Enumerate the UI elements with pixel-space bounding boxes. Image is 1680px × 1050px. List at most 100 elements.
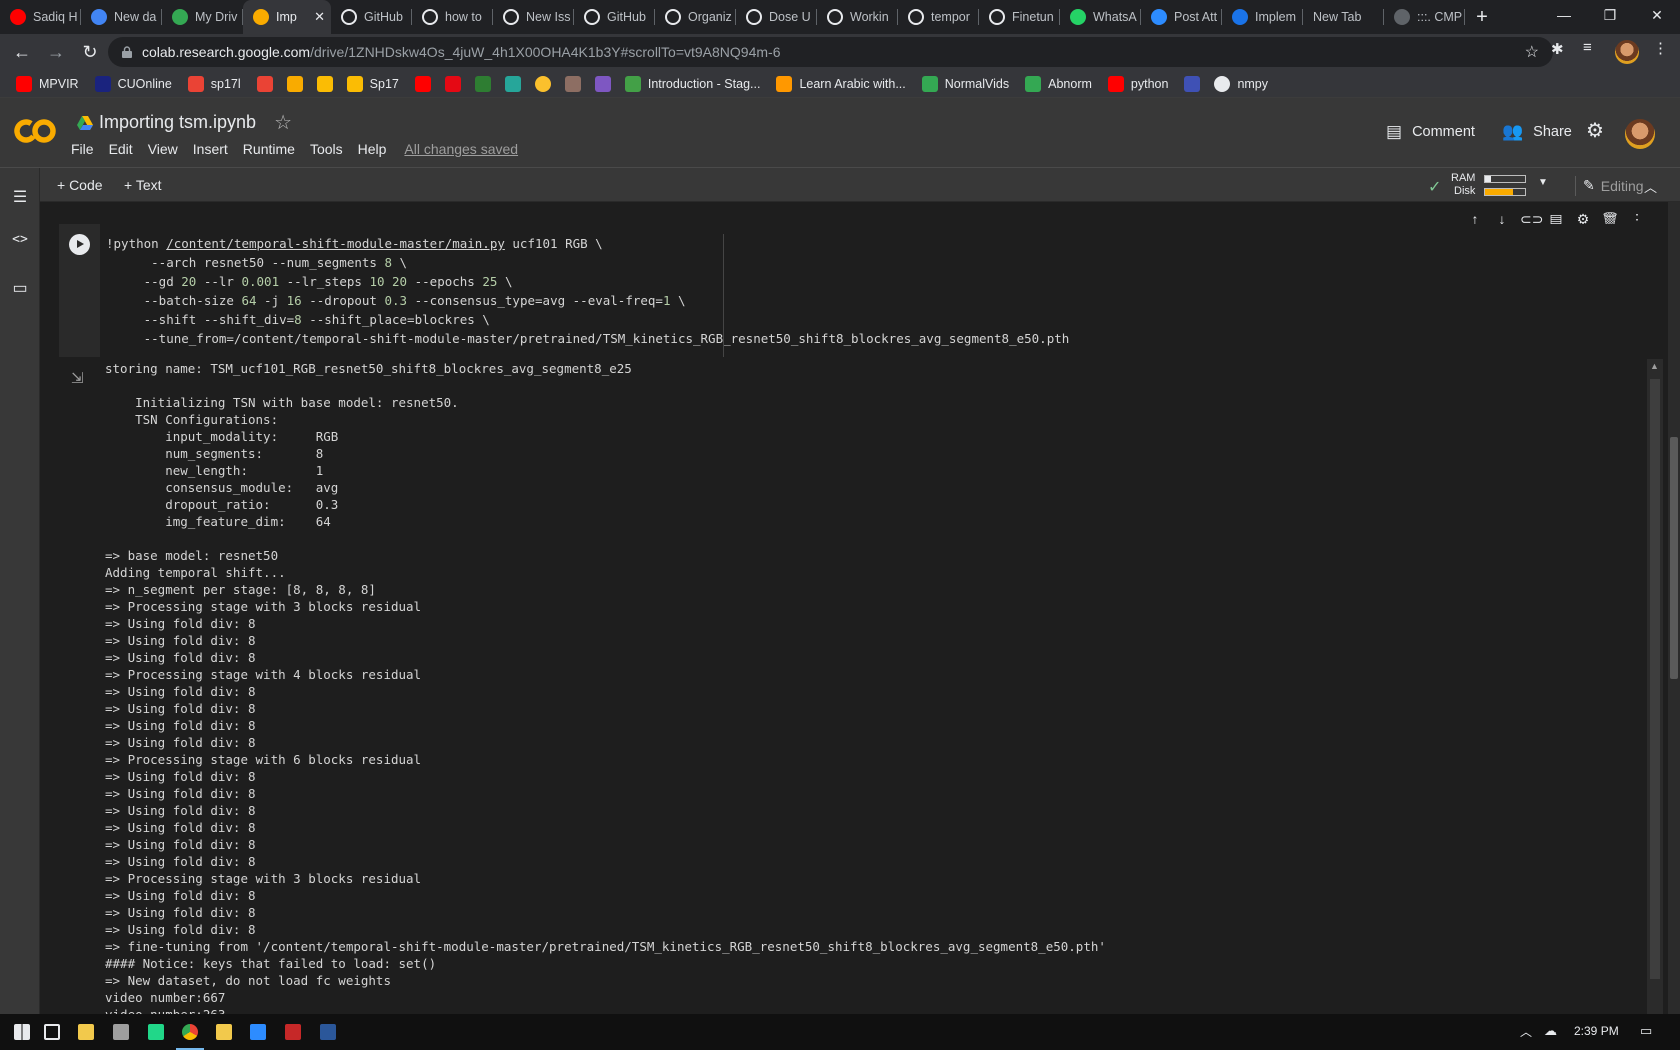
profile-avatar[interactable] xyxy=(1615,40,1639,64)
browser-tab[interactable]: New Iss xyxy=(493,0,574,34)
output-scroll-thumb[interactable] xyxy=(1650,379,1660,979)
save-status[interactable]: All changes saved xyxy=(404,141,518,157)
scroll-up-arrow-icon[interactable]: ▲ xyxy=(1650,361,1659,371)
browser-tab[interactable]: tempor xyxy=(898,0,979,34)
browser-tab[interactable]: Finetun xyxy=(979,0,1060,34)
share-button[interactable]: 👥 Share xyxy=(1502,122,1572,142)
bookmark-item[interactable] xyxy=(414,75,431,92)
bookmark-item[interactable] xyxy=(474,75,491,92)
code-cell[interactable]: !python /content/temporal-shift-module-m… xyxy=(59,224,1663,357)
browser-tab[interactable]: New Tab xyxy=(1303,0,1384,34)
notes-icon[interactable] xyxy=(206,1018,242,1046)
code-snippets-icon[interactable]: <> xyxy=(10,232,30,247)
collapse-header-icon[interactable]: ︿ xyxy=(1644,177,1657,196)
bookmark-item[interactable] xyxy=(594,75,611,92)
clear-output-icon[interactable]: ⇲ xyxy=(71,369,84,387)
account-avatar[interactable] xyxy=(1625,119,1655,149)
bookmark-star-icon[interactable]: ☆ xyxy=(1525,42,1539,62)
settings-icon[interactable] xyxy=(103,1018,139,1046)
notebook-title[interactable]: Importing tsm.ipynb ☆ xyxy=(77,110,292,135)
forward-icon[interactable]: → xyxy=(41,37,71,67)
menu-tools[interactable]: Tools xyxy=(310,141,343,157)
browser-tab[interactable]: :::. CMP xyxy=(1384,0,1465,34)
page-scroll-thumb[interactable] xyxy=(1670,437,1678,679)
menu-help[interactable]: Help xyxy=(358,141,387,157)
extensions-puzzle-icon[interactable]: ✱ xyxy=(1551,40,1564,58)
task-view-icon[interactable] xyxy=(34,1018,70,1046)
bookmark-item[interactable]: Sp17 xyxy=(346,75,399,92)
back-icon[interactable]: ← xyxy=(7,37,37,67)
onedrive-cloud-icon[interactable]: ☁ xyxy=(1544,1023,1557,1039)
browser-tab[interactable]: My Driv xyxy=(162,0,243,34)
bookmark-item[interactable]: nmpy xyxy=(1214,75,1268,92)
bookmark-item[interactable]: Learn Arabic with... xyxy=(776,75,906,92)
star-icon[interactable]: ☆ xyxy=(274,110,292,135)
add-text-cell-button[interactable]: + Text xyxy=(124,177,162,193)
comment-button[interactable]: ▤ Comment xyxy=(1386,122,1475,142)
code-text[interactable]: !python /content/temporal-shift-module-m… xyxy=(106,234,1069,348)
chrome-menu-icon[interactable]: ⋮ xyxy=(1653,39,1668,57)
close-tab-icon[interactable]: ✕ xyxy=(314,9,325,25)
browser-tab[interactable]: Sadiq H xyxy=(0,0,81,34)
bookmark-item[interactable]: python xyxy=(1107,75,1168,92)
notifications-icon[interactable]: ▭ xyxy=(1640,1023,1652,1039)
resource-dropdown-icon[interactable]: ▼ xyxy=(1538,177,1548,188)
bookmark-item[interactable]: Introduction - Stag... xyxy=(624,75,760,92)
address-bar[interactable]: colab.research.google.com/drive/1ZNHDskw… xyxy=(108,37,1553,67)
add-code-cell-button[interactable]: + Code xyxy=(57,177,103,193)
bookmark-item[interactable]: sp17l xyxy=(187,75,241,92)
run-cell-button[interactable] xyxy=(69,234,90,255)
page-scrollbar[interactable] xyxy=(1668,202,1680,1014)
close-window-icon[interactable]: ✕ xyxy=(1634,0,1680,30)
browser-tab[interactable]: WhatsA xyxy=(1060,0,1141,34)
minimize-window-icon[interactable]: — xyxy=(1541,0,1587,30)
menu-insert[interactable]: Insert xyxy=(193,141,228,157)
bookmark-item[interactable] xyxy=(504,75,521,92)
code-editor[interactable]: !python /content/temporal-shift-module-m… xyxy=(100,224,1663,357)
menu-runtime[interactable]: Runtime xyxy=(243,141,295,157)
browser-tab[interactable]: Organiz xyxy=(655,0,736,34)
browser-tab[interactable]: GitHub xyxy=(331,0,412,34)
browser-tab[interactable]: Imp ✕ xyxy=(243,0,331,34)
pycharm-icon[interactable] xyxy=(138,1018,174,1046)
media-queue-icon[interactable]: ≡ xyxy=(1583,39,1592,56)
menu-file[interactable]: File xyxy=(71,141,94,157)
output-scrollbar[interactable]: ▲ xyxy=(1647,359,1663,1014)
bookmark-item[interactable]: NormalVids xyxy=(921,75,1009,92)
zoom-icon[interactable] xyxy=(240,1018,276,1046)
notebook-title-text[interactable]: Importing tsm.ipynb xyxy=(99,112,256,133)
colab-logo[interactable] xyxy=(14,116,56,146)
word-icon[interactable] xyxy=(310,1018,346,1046)
reload-icon[interactable]: ↻ xyxy=(75,37,105,67)
file-explorer-icon[interactable] xyxy=(68,1018,104,1046)
files-folder-icon[interactable]: ▭ xyxy=(10,278,30,298)
new-tab-button[interactable]: + xyxy=(1465,0,1499,34)
table-of-contents-icon[interactable]: ☰ xyxy=(10,187,30,207)
browser-tab[interactable]: Implem xyxy=(1222,0,1303,34)
bookmark-item[interactable] xyxy=(286,75,303,92)
bookmark-item[interactable] xyxy=(444,75,461,92)
bookmark-item[interactable] xyxy=(256,75,273,92)
browser-tab[interactable]: Post Att xyxy=(1141,0,1222,34)
browser-tab[interactable]: New da xyxy=(81,0,162,34)
bookmark-item[interactable]: CUOnline xyxy=(94,75,172,92)
bookmark-item[interactable]: Abnorm xyxy=(1025,75,1092,92)
browser-tab[interactable]: Workin xyxy=(817,0,898,34)
browser-tab[interactable]: how to xyxy=(412,0,493,34)
chrome-icon[interactable] xyxy=(172,1018,208,1050)
bookmark-item[interactable] xyxy=(1184,75,1201,92)
settings-gear-icon[interactable]: ⚙ xyxy=(1586,118,1604,143)
tray-chevron-icon[interactable]: ︿ xyxy=(1520,1023,1532,1040)
browser-tab[interactable]: GitHub xyxy=(574,0,655,34)
taskbar-clock[interactable]: 2:39 PM xyxy=(1574,1024,1619,1038)
browser-tab[interactable]: Dose U xyxy=(736,0,817,34)
editing-mode-button[interactable]: ✎ Editing xyxy=(1583,177,1644,194)
bookmark-item[interactable]: MPVIR xyxy=(16,75,79,92)
menu-view[interactable]: View xyxy=(148,141,178,157)
bookmark-item[interactable] xyxy=(534,75,551,92)
bookmark-item[interactable] xyxy=(316,75,333,92)
menu-edit[interactable]: Edit xyxy=(109,141,133,157)
bookmark-item[interactable] xyxy=(564,75,581,92)
resource-monitor[interactable]: ✓ RAM Disk ▼ xyxy=(1428,172,1548,198)
winrar-icon[interactable] xyxy=(275,1018,311,1046)
